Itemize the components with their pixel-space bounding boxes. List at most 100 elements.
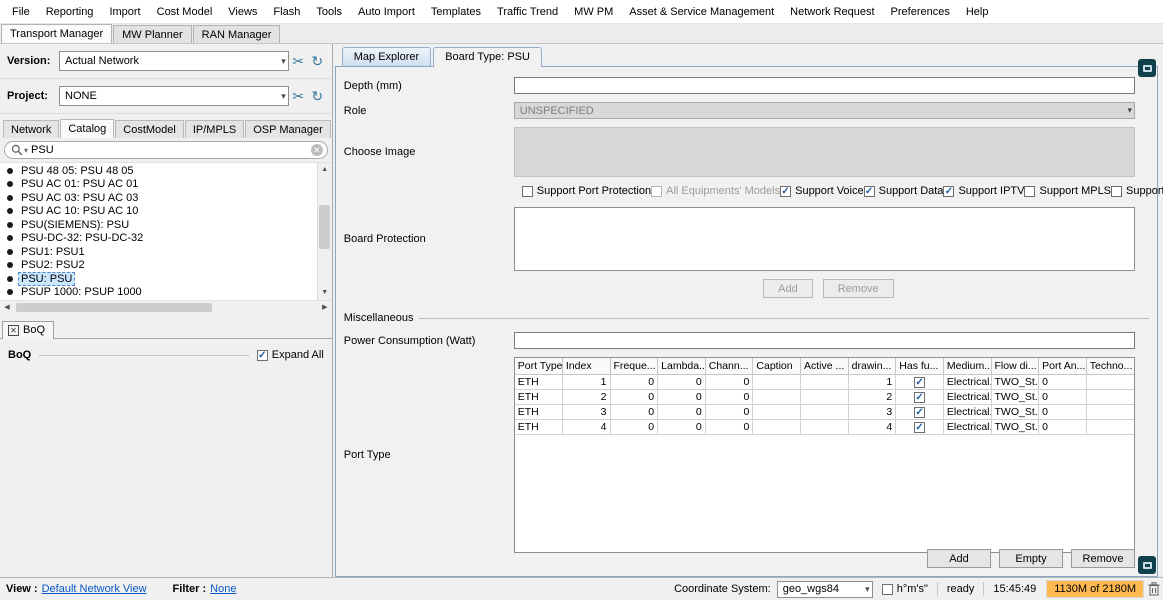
port-cell-medium[interactable]: Electrical... xyxy=(943,405,991,420)
memory-indicator[interactable]: 1130M of 2180M xyxy=(1046,580,1144,598)
port-cell-medium[interactable]: Electrical... xyxy=(943,375,991,390)
tree-item-psu-dc-32-psu-dc-32[interactable]: PSU-DC-32: PSU-DC-32 xyxy=(0,232,317,246)
port-cell-has-fu[interactable]: ✓ xyxy=(896,390,944,405)
port-cell-index[interactable]: 3 xyxy=(562,405,610,420)
port-cell-caption[interactable] xyxy=(753,375,801,390)
project-refresh-icon[interactable]: ↻ xyxy=(308,88,327,105)
search-options-chevron-icon[interactable]: ▾ xyxy=(24,146,28,155)
port-cell-has-fu[interactable]: ✓ xyxy=(896,420,944,435)
port-cell-lambda[interactable]: 0 xyxy=(658,405,706,420)
port-col-techno[interactable]: Techno... xyxy=(1086,358,1134,375)
port-cell-port-an[interactable]: 0 xyxy=(1039,405,1087,420)
scroll-left-icon[interactable]: ◀ xyxy=(0,301,14,313)
trash-icon[interactable] xyxy=(1148,582,1160,596)
port-cell-has-fu[interactable]: ✓ xyxy=(896,375,944,390)
tree-item-psu-ac-03-psu-ac-03[interactable]: PSU AC 03: PSU AC 03 xyxy=(0,191,317,205)
left-tab-network[interactable]: Network xyxy=(3,120,59,138)
tree-item-psu2-psu2[interactable]: PSU2: PSU2 xyxy=(0,259,317,273)
checkbox-support-mpls[interactable]: Support MPLS xyxy=(1024,185,1111,197)
port-cell-drawin[interactable]: 3 xyxy=(848,405,896,420)
menu-import[interactable]: Import xyxy=(101,2,148,22)
port-cell-port-an[interactable]: 0 xyxy=(1039,420,1087,435)
port-cell-chann[interactable]: 0 xyxy=(705,375,753,390)
port-cell-caption[interactable] xyxy=(753,390,801,405)
tree-horizontal-scrollbar[interactable]: ◀ ▶ xyxy=(0,300,332,313)
tab-boq[interactable]: ✕ BoQ xyxy=(2,321,54,339)
dms-checkbox[interactable]: h°m's" xyxy=(882,583,928,595)
tree-item-psu-siemens-psu[interactable]: PSU(SIEMENS): PSU xyxy=(0,218,317,232)
app-tab-mw-planner[interactable]: MW Planner xyxy=(113,25,192,43)
project-scissors-icon[interactable]: ✂ xyxy=(289,88,308,105)
menu-file[interactable]: File xyxy=(4,2,38,22)
port-cell-flow-di[interactable]: TWO_St... xyxy=(991,375,1039,390)
port-col-index[interactable]: Index xyxy=(562,358,610,375)
menu-network-request[interactable]: Network Request xyxy=(782,2,882,22)
port-col-lambda[interactable]: Lambda... xyxy=(658,358,706,375)
menu-tools[interactable]: Tools xyxy=(308,2,350,22)
checkbox-support-data[interactable]: ✓Support Data xyxy=(864,185,944,197)
port-cell-freque[interactable]: 0 xyxy=(610,420,658,435)
port-cell-techno[interactable] xyxy=(1086,420,1134,435)
view-link[interactable]: Default Network View xyxy=(42,583,147,595)
tree-item-psu-ac-01-psu-ac-01[interactable]: PSU AC 01: PSU AC 01 xyxy=(0,178,317,192)
port-cell-has-fu[interactable]: ✓ xyxy=(896,405,944,420)
menu-cost-model[interactable]: Cost Model xyxy=(149,2,221,22)
port-col-port-an[interactable]: Port An... xyxy=(1039,358,1087,375)
port-cell-lambda[interactable]: 0 xyxy=(658,390,706,405)
checkbox-support-port-protection[interactable]: Support Port Protection xyxy=(522,185,651,197)
board-protection-remove-button[interactable]: Remove xyxy=(823,279,894,298)
menu-views[interactable]: Views xyxy=(220,2,265,22)
checkbox-support-iptv[interactable]: ✓Support IPTV xyxy=(943,185,1024,197)
close-icon[interactable]: ✕ xyxy=(8,325,19,336)
menu-help[interactable]: Help xyxy=(958,2,997,22)
port-cell-active[interactable] xyxy=(801,375,849,390)
port-cell-index[interactable]: 2 xyxy=(562,390,610,405)
tree-item-psup-1000-psup-1000[interactable]: PSUP 1000: PSUP 1000 xyxy=(0,286,317,300)
port-col-chann[interactable]: Chann... xyxy=(705,358,753,375)
port-cell-chann[interactable]: 0 xyxy=(705,390,753,405)
port-cell-drawin[interactable]: 2 xyxy=(848,390,896,405)
left-tab-catalog[interactable]: Catalog xyxy=(60,119,114,138)
port-col-drawin[interactable]: drawin... xyxy=(848,358,896,375)
filter-link[interactable]: None xyxy=(210,583,236,595)
vertical-scroll-thumb[interactable] xyxy=(319,205,330,249)
coordinate-system-combo[interactable]: geo_wgs84 ▾ xyxy=(777,581,873,598)
port-col-medium[interactable]: Medium... xyxy=(943,358,991,375)
port-col-freque[interactable]: Freque... xyxy=(610,358,658,375)
port-cell-active[interactable] xyxy=(801,405,849,420)
port-cell-chann[interactable]: 0 xyxy=(705,405,753,420)
port-cell-port-type[interactable]: ETH xyxy=(515,405,563,420)
port-cell-flow-di[interactable]: TWO_St... xyxy=(991,405,1039,420)
port-cell-caption[interactable] xyxy=(753,420,801,435)
menu-mw-pm[interactable]: MW PM xyxy=(566,2,621,22)
horizontal-scroll-thumb[interactable] xyxy=(16,303,212,312)
dock-button-top-icon[interactable] xyxy=(1138,59,1156,77)
depth-input[interactable] xyxy=(514,77,1135,94)
board-protection-list[interactable] xyxy=(514,207,1135,271)
project-combo[interactable]: NONE ▾ xyxy=(59,86,289,106)
checkbox-support-ll[interactable]: Support LL xyxy=(1111,185,1163,197)
port-cell-lambda[interactable]: 0 xyxy=(658,420,706,435)
menu-templates[interactable]: Templates xyxy=(423,2,489,22)
tree-item-psu1-psu1[interactable]: PSU1: PSU1 xyxy=(0,245,317,259)
menu-flash[interactable]: Flash xyxy=(265,2,308,22)
port-cell-medium[interactable]: Electrical... xyxy=(943,390,991,405)
menu-preferences[interactable]: Preferences xyxy=(883,2,958,22)
scroll-right-icon[interactable]: ▶ xyxy=(318,301,332,313)
checkbox-support-voice[interactable]: ✓Support Voice xyxy=(780,185,864,197)
search-input[interactable] xyxy=(31,144,311,156)
app-tab-ran-manager[interactable]: RAN Manager xyxy=(193,25,281,43)
port-cell-freque[interactable]: 0 xyxy=(610,405,658,420)
port-col-flow-di[interactable]: Flow di... xyxy=(991,358,1039,375)
port-cell-port-type[interactable]: ETH xyxy=(515,390,563,405)
app-tab-transport-manager[interactable]: Transport Manager xyxy=(1,24,112,43)
scroll-down-icon[interactable]: ▼ xyxy=(318,286,332,300)
left-tab-costmodel[interactable]: CostModel xyxy=(115,120,184,138)
port-cell-index[interactable]: 4 xyxy=(562,420,610,435)
port-cell-active[interactable] xyxy=(801,420,849,435)
port-cell-port-an[interactable]: 0 xyxy=(1039,375,1087,390)
menu-auto-import[interactable]: Auto Import xyxy=(350,2,423,22)
power-consumption-input[interactable] xyxy=(514,332,1135,349)
port-cell-techno[interactable] xyxy=(1086,375,1134,390)
menu-asset-service-management[interactable]: Asset & Service Management xyxy=(621,2,782,22)
